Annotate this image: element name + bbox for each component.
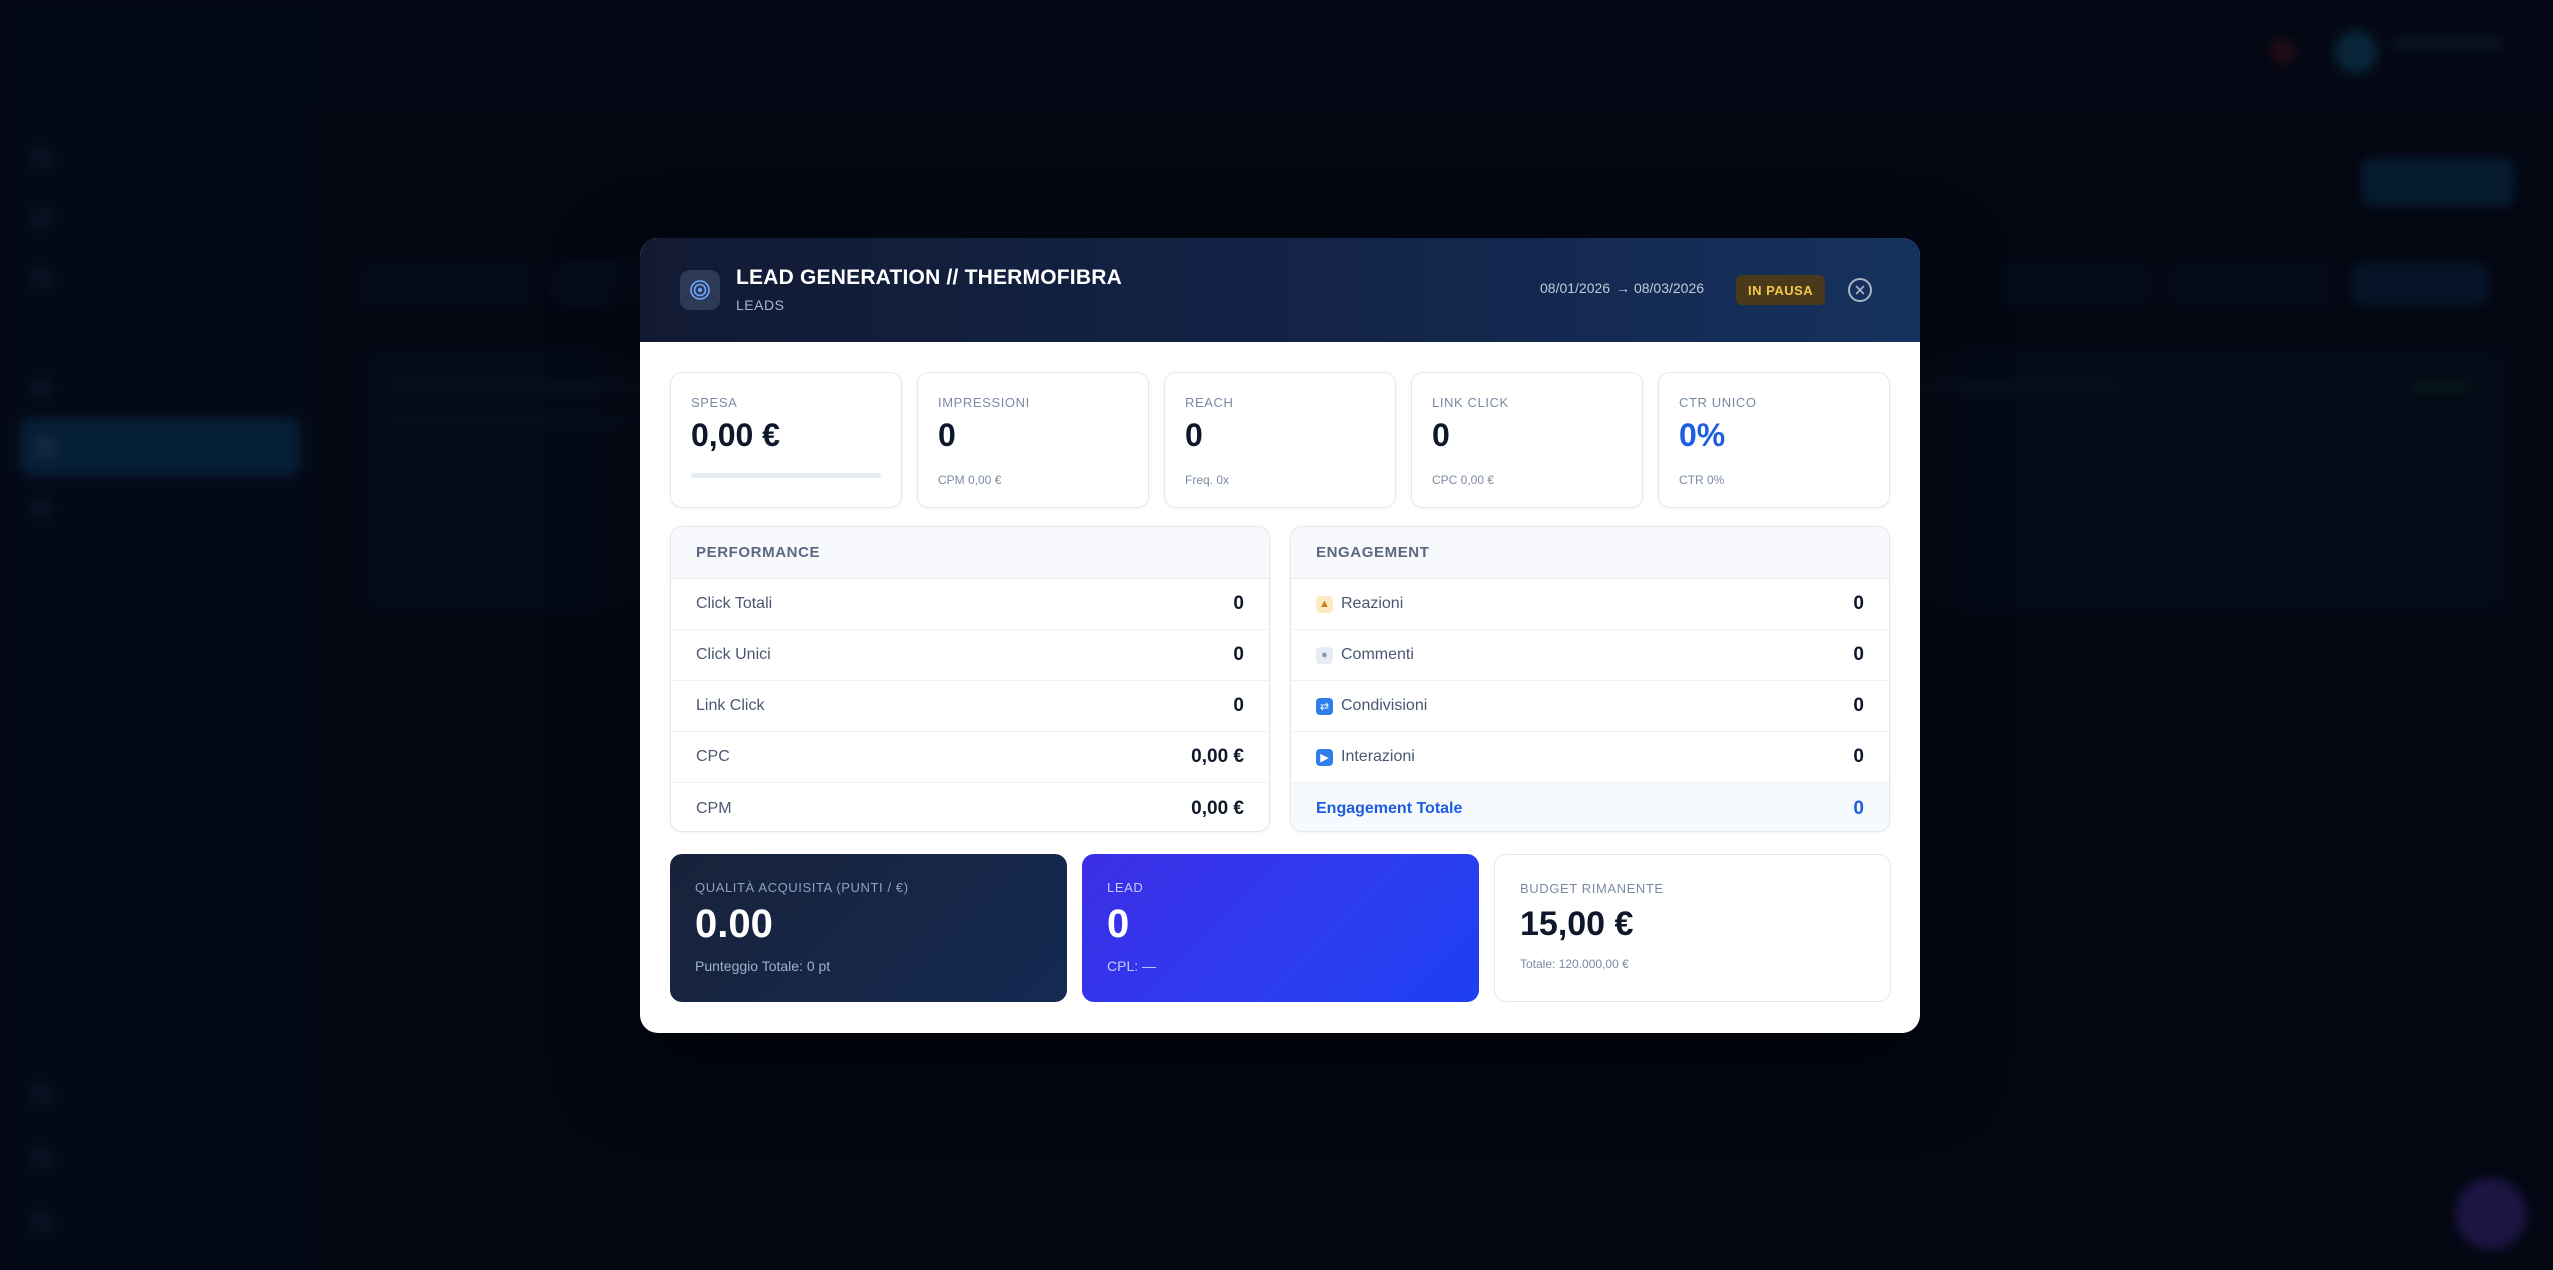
card-value: 0.00 <box>695 902 773 946</box>
campaign-detail-modal: LEAD GENERATION // THERMOFIBRA LEADS 08/… <box>640 238 1920 1033</box>
metric-sub: CTR 0% <box>1679 473 1725 487</box>
card-label: LEAD <box>1107 880 1144 895</box>
row-value: 0 <box>1853 746 1864 767</box>
share-icon: ⇄ <box>1316 697 1333 715</box>
row-label: CPM <box>696 799 732 817</box>
row-label: Click Unici <box>696 646 771 663</box>
row-value: 0 <box>1233 644 1244 665</box>
modal-header: LEAD GENERATION // THERMOFIBRA LEADS 08/… <box>640 238 1920 342</box>
engagement-panel: ENGAGEMENT ▲ Reazioni 0 ● Commenti 0 ⇄ C… <box>1290 526 1890 832</box>
table-row: ⇄ Condivisioni 0 <box>1291 681 1889 732</box>
row-value: 0 <box>1853 695 1864 716</box>
metric-label: REACH <box>1185 395 1234 410</box>
row-value: 0 <box>1853 644 1864 665</box>
performance-panel: PERFORMANCE Click Totali 0 Click Unici 0… <box>670 526 1270 832</box>
row-label: ● Commenti <box>1316 646 1414 664</box>
metric-label: IMPRESSIONI <box>938 395 1030 410</box>
metric-label: SPESA <box>691 395 738 410</box>
metric-card-spesa: SPESA 0,00 € <box>670 372 902 508</box>
table-row: CPM 0,00 € <box>671 783 1269 831</box>
card-sub: Totale: 120.000,00 € <box>1520 957 1629 971</box>
row-label: ▶ Interazioni <box>1316 748 1415 766</box>
metric-sub: CPM 0,00 € <box>938 473 1002 487</box>
budget-card: BUDGET RIMANENTE 15,00 € Totale: 120.000… <box>1494 854 1891 1002</box>
row-value: 0,00 € <box>1191 746 1244 767</box>
card-value: 0 <box>1107 902 1130 946</box>
metric-value: 0,00 € <box>691 417 780 453</box>
panel-title: PERFORMANCE <box>671 527 1269 579</box>
date-start: 08/01/2026 <box>1540 280 1611 296</box>
row-label: ▲ Reazioni <box>1316 595 1403 613</box>
row-label: CPC <box>696 748 730 765</box>
lead-card: LEAD 0 CPL: — <box>1082 854 1479 1002</box>
metric-card-link-click: LINK CLICK 0 CPC 0,00 € <box>1411 372 1643 508</box>
row-label: ⇄ Condivisioni <box>1316 697 1427 715</box>
table-row: ● Commenti 0 <box>1291 630 1889 681</box>
speech-bubble-icon: ● <box>1316 646 1333 664</box>
row-value: 0 <box>1853 797 1864 819</box>
row-value: 0,00 € <box>1191 797 1244 819</box>
metric-card-reach: REACH 0 Freq. 0x <box>1164 372 1396 508</box>
target-icon <box>680 270 720 310</box>
metric-label: CTR UNICO <box>1679 395 1757 410</box>
row-label: Engagement Totale <box>1316 799 1463 817</box>
metric-value: 0 <box>1185 417 1203 453</box>
close-icon <box>1855 285 1865 295</box>
metric-sub: CPC 0,00 € <box>1432 473 1495 487</box>
play-icon: ▶ <box>1316 748 1333 766</box>
thumbs-up-icon: ▲ <box>1316 595 1333 613</box>
quality-card: QUALITÀ ACQUISITA (PUNTI / €) 0.00 Punte… <box>670 854 1067 1002</box>
campaign-title: LEAD GENERATION // THERMOFIBRA <box>736 266 1122 289</box>
card-sub: CPL: — <box>1107 958 1157 974</box>
date-end: → 08/03/2026 <box>1616 280 1705 296</box>
table-row: Click Unici 0 <box>671 630 1269 681</box>
row-value: 0 <box>1233 695 1244 716</box>
metric-label: LINK CLICK <box>1432 395 1509 410</box>
table-row: ▶ Interazioni 0 <box>1291 732 1889 783</box>
metric-value: 0 <box>1432 417 1450 453</box>
row-label-text: Interazioni <box>1341 748 1415 765</box>
row-label-text: Reazioni <box>1341 595 1404 612</box>
metric-sub: Freq. 0x <box>1185 473 1230 487</box>
metric-card-ctr-unico: CTR UNICO 0% CTR 0% <box>1658 372 1890 508</box>
table-row: CPC 0,00 € <box>671 732 1269 783</box>
engagement-total-row: Engagement Totale 0 <box>1291 783 1889 831</box>
row-value: 0 <box>1233 593 1244 614</box>
card-value: 15,00 € <box>1520 905 1634 943</box>
status-badge: IN PAUSA <box>1736 275 1826 305</box>
metric-value: 0 <box>938 417 956 453</box>
campaign-dates: 08/01/2026 → 08/03/2026 <box>1540 280 1704 296</box>
campaign-objective: LEADS <box>736 297 785 313</box>
spend-progress-bar <box>691 473 881 478</box>
row-label: Click Totali <box>696 595 773 612</box>
metric-value: 0% <box>1679 417 1726 453</box>
panel-title: ENGAGEMENT <box>1291 527 1889 579</box>
row-label: Link Click <box>696 697 765 714</box>
card-label: BUDGET RIMANENTE <box>1520 881 1664 896</box>
row-value: 0 <box>1853 593 1864 614</box>
row-label-text: Condivisioni <box>1341 697 1428 714</box>
table-row: ▲ Reazioni 0 <box>1291 579 1889 630</box>
table-row: Link Click 0 <box>671 681 1269 732</box>
close-button[interactable] <box>1848 278 1872 302</box>
metric-card-impressioni: IMPRESSIONI 0 CPM 0,00 € <box>917 372 1149 508</box>
table-row: Click Totali 0 <box>671 579 1269 630</box>
card-label: QUALITÀ ACQUISITA (PUNTI / €) <box>695 880 909 895</box>
row-label-text: Commenti <box>1341 646 1414 663</box>
card-sub: Punteggio Totale: 0 pt <box>695 958 831 974</box>
